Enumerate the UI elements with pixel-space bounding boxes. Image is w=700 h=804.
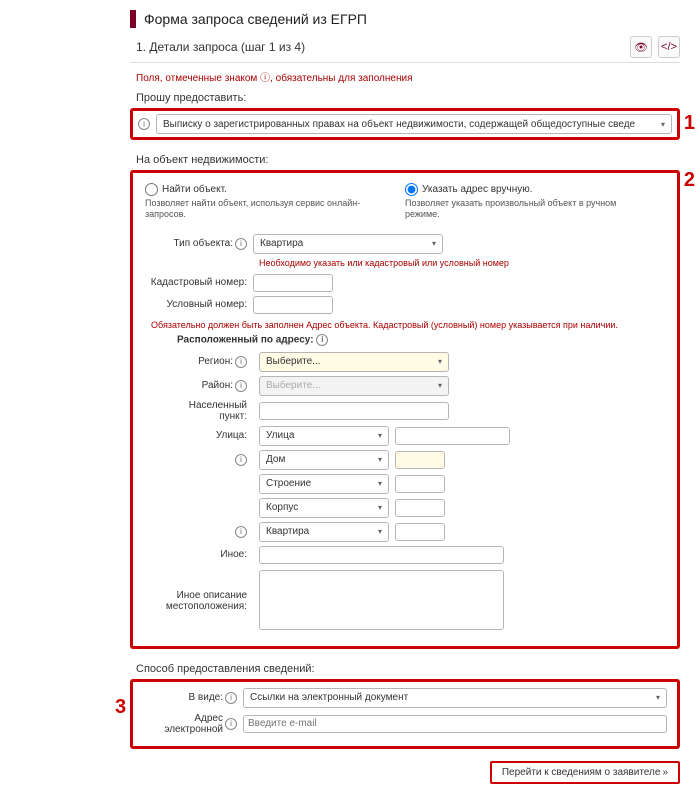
info-icon[interactable]: i <box>138 118 150 130</box>
region-label: Регион: <box>198 356 233 367</box>
callout-1: 1 <box>684 112 695 135</box>
radio-manual[interactable] <box>405 183 418 196</box>
building-input[interactable] <box>395 475 445 493</box>
settlement-label: Населенный пункт: <box>177 400 253 422</box>
house-type-select[interactable]: Дом ▾ <box>259 450 389 470</box>
korpus-input[interactable] <box>395 499 445 517</box>
other-label: Иное: <box>177 549 253 560</box>
cad-label: Кадастровый номер: <box>145 277 253 288</box>
cond-input[interactable] <box>253 296 333 314</box>
addr-warning: Обязательно должен быть заполнен Адрес о… <box>151 320 665 330</box>
delivery-box: 3 В виде:i Ссылки на электронный докумен… <box>130 679 680 749</box>
provide-box: i Выписку о зарегистрированных правах на… <box>130 108 680 140</box>
district-select[interactable]: Выберите... ▾ <box>259 376 449 396</box>
form-label: В виде: <box>188 692 223 703</box>
info-icon[interactable]: i <box>225 692 237 704</box>
info-icon[interactable]: i <box>235 238 247 250</box>
addr-head: Расположенный по адресу: <box>177 334 314 345</box>
info-icon[interactable]: i <box>225 718 237 730</box>
chevron-down-icon: ▾ <box>438 357 442 366</box>
type-warning: Необходимо указать или кадастровый или у… <box>259 258 665 268</box>
chevron-down-icon: ▾ <box>378 431 382 440</box>
korpus-type-select[interactable]: Корпус ▾ <box>259 498 389 518</box>
building-type-value: Строение <box>266 478 311 489</box>
house-input[interactable] <box>395 451 445 469</box>
district-value: Выберите... <box>266 380 321 391</box>
radio-manual-label: Указать адрес вручную. <box>422 184 533 195</box>
page-title-bar: Форма запроса сведений из ЕГРП <box>130 10 680 28</box>
cond-label: Условный номер: <box>145 299 253 310</box>
title-accent <box>130 10 136 28</box>
radio-find-label: Найти объект. <box>162 184 227 195</box>
chevron-down-icon: ▾ <box>656 693 660 702</box>
radio-manual-option[interactable]: Указать адрес вручную. Позволяет указать… <box>405 183 625 220</box>
required-note: Поля, отмеченные знаком ⓘ, обязательны д… <box>136 69 680 84</box>
radio-find-option[interactable]: Найти объект. Позволяет найти объект, ис… <box>145 183 365 220</box>
radio-find-desc: Позволяет найти объект, используя сервис… <box>145 198 365 220</box>
chevron-down-icon: ▾ <box>378 527 382 536</box>
street-type-value: Улица <box>266 430 294 441</box>
chevron-down-icon: ▾ <box>432 239 436 248</box>
region-select[interactable]: Выберите... ▾ <box>259 352 449 372</box>
provide-select[interactable]: Выписку о зарегистрированных правах на о… <box>156 114 672 134</box>
email-label: Адрес электронной <box>143 713 223 735</box>
callout-2: 2 <box>684 169 695 192</box>
callout-3: 3 <box>115 696 126 719</box>
page-title: Форма запроса сведений из ЕГРП <box>144 11 367 27</box>
building-type-select[interactable]: Строение ▾ <box>259 474 389 494</box>
other-desc-label: Иное описание местоположения: <box>177 570 253 612</box>
step-row: 1. Детали запроса (шаг 1 из 4) 👁 </> <box>130 36 680 63</box>
info-icon[interactable]: i <box>235 526 247 538</box>
street-input[interactable] <box>395 427 510 445</box>
delivery-form-select[interactable]: Ссылки на электронный документ ▾ <box>243 688 667 708</box>
other-desc-textarea[interactable] <box>259 570 504 630</box>
flat-type-select[interactable]: Квартира ▾ <box>259 522 389 542</box>
info-icon[interactable]: i <box>235 356 247 368</box>
street-label: Улица: <box>177 430 253 441</box>
delivery-form-value: Ссылки на электронный документ <box>250 692 408 703</box>
street-type-select[interactable]: Улица ▾ <box>259 426 389 446</box>
radio-find[interactable] <box>145 183 158 196</box>
email-input[interactable] <box>243 715 667 733</box>
object-box: 2 Найти объект. Позволяет найти объект, … <box>130 170 680 649</box>
delivery-section-label: Способ предоставления сведений: <box>136 663 680 675</box>
info-icon[interactable]: i <box>235 380 247 392</box>
cad-input[interactable] <box>253 274 333 292</box>
type-value: Квартира <box>260 238 303 249</box>
settlement-input[interactable] <box>259 402 449 420</box>
flat-type-value: Квартира <box>266 526 309 537</box>
flat-input[interactable] <box>395 523 445 541</box>
object-section-label: На объект недвижимости: <box>136 154 680 166</box>
district-label: Район: <box>202 380 233 391</box>
chevron-down-icon: ▾ <box>378 503 382 512</box>
type-select[interactable]: Квартира ▾ <box>253 234 443 254</box>
type-label: Тип объекта: <box>173 238 233 249</box>
info-icon[interactable]: i <box>316 334 328 346</box>
next-button[interactable]: Перейти к сведениям о заявителе <box>490 761 680 784</box>
chevron-down-icon: ▾ <box>378 455 382 464</box>
other-input[interactable] <box>259 546 504 564</box>
chevron-down-icon: ▾ <box>438 381 442 390</box>
preview-icon[interactable]: 👁 <box>630 36 652 58</box>
code-icon[interactable]: </> <box>658 36 680 58</box>
step-label: 1. Детали запроса (шаг 1 из 4) <box>136 40 305 54</box>
radio-manual-desc: Позволяет указать произвольный объект в … <box>405 198 625 220</box>
provide-select-value: Выписку о зарегистрированных правах на о… <box>163 119 635 130</box>
house-type-value: Дом <box>266 454 285 465</box>
chevron-down-icon: ▾ <box>661 120 665 129</box>
chevron-down-icon: ▾ <box>378 479 382 488</box>
info-icon[interactable]: i <box>235 454 247 466</box>
region-value: Выберите... <box>266 356 321 367</box>
provide-label: Прошу предоставить: <box>136 92 680 104</box>
korpus-type-value: Корпус <box>266 502 298 513</box>
